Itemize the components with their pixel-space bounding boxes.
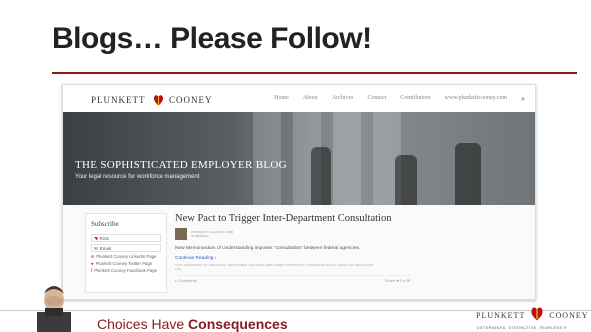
hero-title: THE SOPHISTICATED EMPLOYER BLOG bbox=[75, 159, 287, 171]
site-logo[interactable]: PLUNKETT COONEY bbox=[91, 94, 213, 106]
continue-reading-link[interactable]: Continue Reading › bbox=[175, 256, 525, 261]
slide-title: Blogs… Please Follow! bbox=[52, 22, 372, 55]
twitter-icon: ● bbox=[91, 261, 94, 266]
tagline-bold: Consequences bbox=[188, 316, 288, 332]
heart-shield-icon bbox=[531, 307, 543, 321]
footer-logo-tagline: DETERMINED. DISTINCTIVE. FEARLESS.® bbox=[477, 326, 568, 330]
share-bar: Share ♥ f in ✉ bbox=[385, 278, 410, 284]
twitter-label: Plunkett Cooney Twitter Page bbox=[95, 261, 153, 266]
hero-banner: THE SOPHISTICATED EMPLOYER BLOG Your leg… bbox=[63, 112, 535, 205]
nav-about[interactable]: About bbox=[303, 95, 318, 104]
post-category: IN GENERAL bbox=[191, 234, 210, 238]
hero-subtitle: Your legal resource for workforce manage… bbox=[75, 174, 200, 180]
comments-link[interactable]: ▪ Comments bbox=[175, 278, 197, 284]
author-avatar bbox=[175, 228, 187, 240]
twitter-link[interactable]: ● Plunkett Cooney Twitter Page bbox=[91, 261, 161, 266]
nav-contact[interactable]: Contact bbox=[368, 95, 387, 104]
facebook-label: Plunkett Cooney Facebook Page bbox=[94, 268, 158, 273]
title-divider bbox=[52, 72, 577, 74]
footer-tagline: Choices Have Consequences bbox=[97, 316, 288, 332]
email-button[interactable]: ✉ Email bbox=[91, 244, 161, 252]
share-icons[interactable]: ♥ f in ✉ bbox=[397, 278, 410, 283]
site-nav: Home About Archives Contact Contributors… bbox=[274, 95, 525, 104]
nav-home[interactable]: Home bbox=[274, 95, 289, 104]
share-label: Share bbox=[384, 278, 396, 283]
nav-contributors[interactable]: Contributors bbox=[400, 95, 430, 104]
rss-icon: ◥ bbox=[94, 236, 98, 241]
blog-screenshot: PLUNKETT COONEY Home About Archives Cont… bbox=[62, 84, 536, 300]
nav-website[interactable]: www.plunkettcooney.com bbox=[445, 95, 508, 104]
comments-label: Comments bbox=[177, 278, 197, 283]
subscribe-title: Subscribe bbox=[91, 220, 119, 228]
linkedin-label: Plunkett Cooney LinkedIn Page bbox=[96, 254, 157, 259]
facepalm-person-image bbox=[37, 286, 71, 332]
blog-post: New Pact to Trigger Inter-Department Con… bbox=[175, 213, 525, 284]
post-tags: TAGS: DEPARTMENT OF LABOR (DOL), EMPLOYM… bbox=[175, 263, 374, 271]
heart-shield-icon bbox=[153, 95, 163, 106]
post-meta: POSTED BY CLAUDIA D. ORR IN GENERAL bbox=[175, 228, 525, 240]
subscribe-sidebar: Subscribe ◥ RSS ✉ Email in Plunkett Cooney … bbox=[85, 213, 167, 293]
rss-button[interactable]: ◥ RSS bbox=[91, 234, 161, 242]
facebook-icon: f bbox=[91, 268, 93, 273]
tagline-plain: Choices Have bbox=[97, 316, 185, 332]
site-logo-right-text: COONEY bbox=[169, 95, 213, 105]
rss-label: RSS bbox=[99, 236, 109, 241]
nav-archives[interactable]: Archives bbox=[332, 95, 354, 104]
linkedin-icon: in bbox=[91, 254, 95, 259]
post-excerpt: New Memorandum of Understanding imposes … bbox=[175, 246, 361, 251]
footer-logo-left-text: PLUNKETT bbox=[476, 311, 526, 320]
facebook-link[interactable]: f Plunkett Cooney Facebook Page bbox=[91, 268, 161, 273]
footer-logo: PLUNKETT COONEY bbox=[476, 306, 589, 321]
post-title[interactable]: New Pact to Trigger Inter-Department Con… bbox=[175, 213, 525, 224]
post-footer: ▪ Comments Share ♥ f in ✉ bbox=[175, 275, 410, 284]
linkedin-link[interactable]: in Plunkett Cooney LinkedIn Page bbox=[91, 254, 161, 259]
search-icon[interactable]: ⌕ bbox=[521, 95, 525, 104]
footer-logo-right-text: COONEY bbox=[549, 311, 589, 320]
site-header: PLUNKETT COONEY Home About Archives Cont… bbox=[63, 85, 535, 112]
email-icon: ✉ bbox=[94, 246, 98, 251]
site-logo-left-text: PLUNKETT bbox=[91, 95, 146, 105]
email-label: Email bbox=[99, 246, 112, 251]
